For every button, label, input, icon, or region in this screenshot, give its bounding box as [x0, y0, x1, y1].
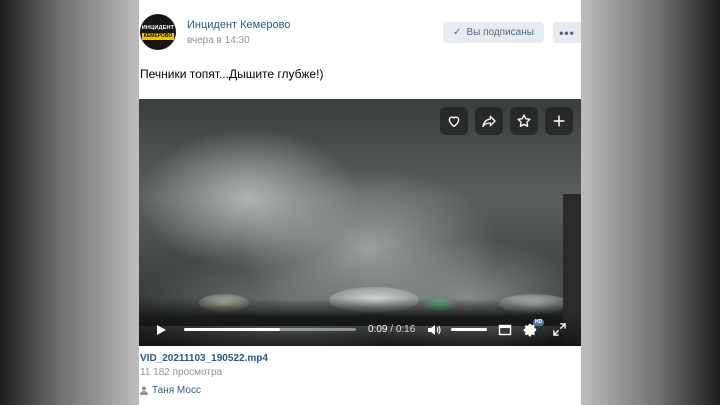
view-count: 11 182 просмотра: [140, 367, 223, 378]
volume-slider[interactable]: [451, 328, 487, 331]
video-player[interactable]: 0:09 / 0:16 HD: [139, 99, 581, 346]
progress-fill: [184, 328, 281, 331]
avatar-text-top: ИНЦИДЕНТ: [141, 24, 175, 31]
subscribed-label: Вы подписаны: [466, 27, 534, 38]
post-time[interactable]: вчера в 14:30: [187, 35, 250, 46]
fullscreen-icon[interactable]: [553, 323, 566, 336]
subscribed-button[interactable]: ✓ Вы подписаны: [443, 22, 544, 43]
video-file-name-link[interactable]: VID_20211103_190522.mp4: [140, 353, 268, 364]
more-options-button[interactable]: •••: [553, 22, 581, 43]
volume-icon[interactable]: [427, 323, 441, 337]
miniplayer-icon[interactable]: [498, 323, 512, 337]
current-time: 0:09: [368, 324, 388, 335]
community-avatar[interactable]: ИНЦИДЕНТ КЕМЕРОВО: [140, 14, 176, 50]
uploader-name: Таня Мосс: [152, 385, 201, 396]
like-video-button[interactable]: [440, 107, 468, 135]
timecode: 0:09 / 0:16: [368, 324, 415, 335]
star-icon: [517, 114, 531, 127]
plus-icon: [553, 115, 565, 127]
duration: 0:16: [395, 324, 416, 335]
share-video-button[interactable]: [475, 107, 503, 135]
favorite-video-button[interactable]: [510, 107, 538, 135]
progress-bar[interactable]: [184, 328, 356, 331]
share-icon: [482, 115, 496, 127]
community-name-link[interactable]: Инцидент Кемерово: [187, 19, 290, 31]
user-icon: [140, 386, 148, 395]
wall-post: ИНЦИДЕНТ КЕМЕРОВО Инцидент Кемерово вчер…: [139, 0, 581, 405]
time-separator: /: [387, 324, 396, 335]
play-icon[interactable]: [155, 324, 167, 336]
checkmark-icon: ✓: [453, 27, 462, 38]
more-dots-icon: •••: [559, 25, 575, 40]
hd-badge: HD: [533, 319, 545, 326]
avatar-text-bottom: КЕМЕРОВО: [141, 32, 175, 40]
add-video-button[interactable]: [545, 107, 573, 135]
heart-icon: [448, 116, 460, 128]
volume-fill: [451, 328, 487, 331]
post-text: Печники топят...Дышите глубже!): [140, 67, 324, 81]
uploader-link[interactable]: Таня Мосс: [140, 385, 201, 396]
